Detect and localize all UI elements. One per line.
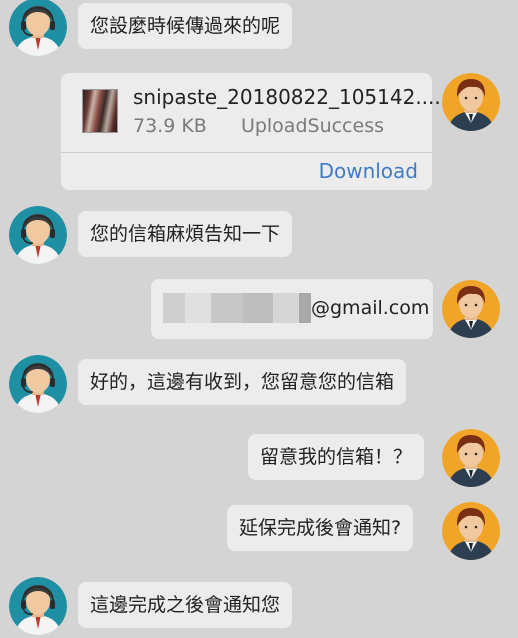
customer-avatar: [442, 280, 500, 338]
customer-avatar: [442, 502, 500, 560]
upload-status: UploadSuccess: [240, 115, 384, 137]
download-link[interactable]: Download: [319, 159, 418, 183]
image-file-thumbnail: [82, 89, 118, 133]
redacted-text: [185, 293, 211, 323]
redacted-text: [243, 293, 273, 323]
customer-avatar: [442, 429, 500, 487]
message-bubble: 您設麼時候傳過來的呢: [78, 3, 293, 49]
message-bubble: 您的信箱麻煩告知一下: [78, 211, 293, 257]
support-agent-avatar: [9, 355, 67, 413]
file-name: snipaste_20180822_105142....: [133, 85, 441, 109]
email-domain: @gmail.com: [311, 297, 430, 319]
file-size: 73.9 KB: [133, 115, 207, 137]
customer-avatar: [442, 73, 500, 131]
redacted-text: [211, 293, 243, 323]
support-agent-avatar: [9, 206, 67, 264]
message-bubble: 延保完成後會通知?: [227, 505, 414, 551]
file-attachment-card[interactable]: snipaste_20180822_105142.... 73.9 KB Upl…: [61, 73, 441, 190]
message-bubble: 留意我的信箱！？: [248, 434, 425, 480]
redacted-text: [163, 293, 185, 323]
support-agent-avatar: [9, 0, 67, 56]
message-bubble: @gmail.com: [151, 279, 433, 339]
redacted-text: [299, 293, 311, 323]
divider: [61, 152, 432, 153]
message-bubble: 好的，這邊有收到，您留意您的信箱: [78, 359, 407, 405]
support-agent-avatar: [9, 577, 67, 635]
message-bubble: 這邊完成之後會通知您: [78, 582, 293, 628]
file-meta: 73.9 KB UploadSuccess: [133, 115, 384, 137]
redacted-text: [273, 293, 299, 323]
